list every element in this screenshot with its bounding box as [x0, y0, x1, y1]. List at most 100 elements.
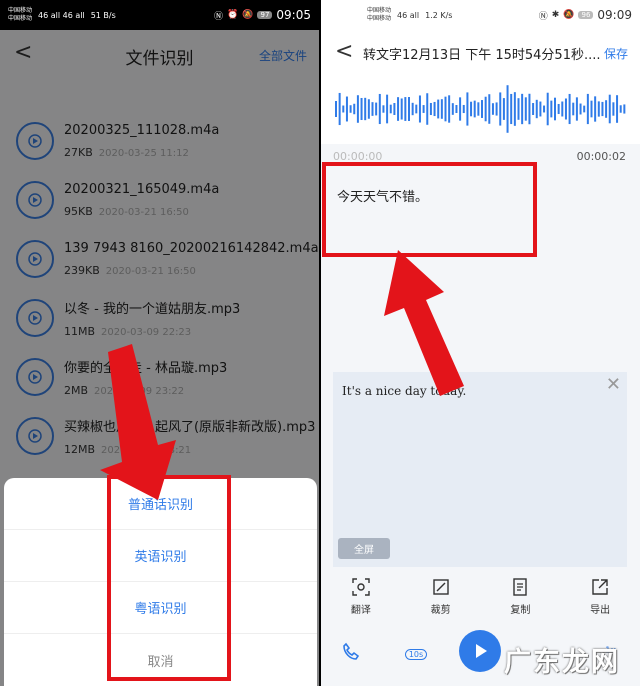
copy-icon [513, 577, 528, 596]
back-button[interactable]: < [335, 39, 353, 64]
waveform-bar [560, 101, 563, 117]
waveform-bar [360, 97, 363, 121]
translation-text[interactable]: It's a nice day today. [342, 384, 466, 398]
status-bar: 中国移动 中国移动 46 all 1.2 K/s Ⓝ ✱ 🔕 96 09:09 [321, 0, 640, 30]
waveform-bar [553, 97, 556, 121]
network-speed: 1.2 K/s [425, 10, 453, 20]
export-icon [592, 578, 608, 595]
carrier-label: 中国移动 [8, 7, 33, 14]
right-screenshot: 中国移动 中国移动 46 all 1.2 K/s Ⓝ ✱ 🔕 96 09:09 … [321, 0, 640, 686]
waveform-bar [436, 99, 439, 119]
waveform-bar [400, 98, 403, 120]
waveform-bar [385, 94, 388, 124]
waveform-bar [367, 99, 370, 119]
waveform-bar [615, 95, 618, 123]
waveform-bar [378, 93, 381, 125]
waveform-bar [586, 93, 589, 125]
fullscreen-button[interactable]: 全屏 [338, 538, 390, 559]
waveform-bar [334, 101, 337, 117]
highlight-box [322, 162, 537, 257]
waveform-bar [462, 104, 465, 114]
translate-button[interactable]: 翻译 [321, 572, 401, 620]
waveform-bar [338, 92, 341, 126]
signal-icon: 46 all [397, 10, 420, 20]
waveform-bar [506, 85, 509, 133]
translate-label: 翻译 [350, 604, 371, 616]
waveform-bar [535, 99, 538, 119]
waveform-bar [531, 103, 534, 115]
mute-icon: 🔕 [242, 10, 254, 20]
waveform-bar [418, 95, 421, 123]
carrier-label: 中国移动 [8, 15, 33, 22]
network-speed: 51 B/s [90, 10, 116, 20]
highlight-box [107, 475, 231, 681]
waveform-graphic [334, 85, 625, 133]
nfc-icon: Ⓝ [214, 11, 224, 22]
waveform-bar [527, 93, 530, 125]
translate-icon [352, 577, 370, 596]
waveform-bar [564, 98, 567, 120]
save-button[interactable]: 保存 [604, 45, 628, 62]
waveform-bar [374, 102, 377, 116]
waveform-bar [575, 97, 578, 121]
bluetooth-icon: ✱ [551, 10, 560, 20]
waveform-bar [546, 92, 549, 126]
waveform-bar [611, 102, 614, 116]
end-time: 00:00:02 [576, 150, 626, 163]
play-button[interactable] [459, 630, 501, 672]
waveform-bar [622, 104, 625, 114]
close-icon[interactable]: ✕ [606, 374, 621, 395]
waveform-bar [381, 105, 384, 113]
waveform-bar [349, 105, 352, 113]
waveform-bar [352, 103, 355, 115]
carrier-label: 中国移动 [367, 15, 392, 22]
waveform-bar [476, 102, 479, 116]
waveform-bar [549, 100, 552, 118]
crop-button[interactable]: 裁剪 [401, 572, 481, 620]
waveform-bar [513, 92, 516, 126]
waveform-bar [396, 97, 399, 121]
copy-button[interactable]: 复制 [481, 572, 561, 620]
waveform-bar [498, 92, 501, 126]
phone-icon[interactable] [341, 642, 361, 662]
waveform-bar [433, 101, 436, 117]
page-title: 转文字12月13日 下午 15时54分51秒.... [363, 48, 601, 63]
waveform-bar [509, 93, 512, 125]
export-label: 导出 [590, 604, 611, 616]
waveform-bar [444, 96, 446, 122]
waveform-bar [425, 93, 428, 125]
battery-icon: 96 [578, 11, 594, 19]
waveform-bar [590, 100, 592, 118]
waveform-bar [422, 105, 425, 113]
waveform-bar [454, 105, 457, 113]
rewind-button[interactable]: 10s [403, 642, 429, 662]
waveform-bar [371, 102, 373, 116]
export-button[interactable]: 导出 [560, 572, 640, 620]
waveform-bar [517, 98, 519, 120]
waveform-bar [389, 104, 392, 114]
status-bar: 中国移动 中国移动 46 all 46 all 51 B/s Ⓝ ⏰ 🔕 97 … [0, 0, 319, 30]
waveform-bar [608, 94, 611, 124]
waveform-bar [524, 97, 527, 121]
battery-icon: 97 [257, 11, 273, 19]
toolbar: 翻译 裁剪 复制 导出 [321, 572, 640, 620]
waveform-bar [469, 101, 472, 117]
waveform-bar [473, 100, 476, 118]
crop-label: 裁剪 [430, 604, 451, 616]
waveform-bar [458, 97, 461, 121]
signal-icon: 46 all 46 all [38, 10, 85, 20]
waveform-bar [520, 93, 523, 125]
play-icon [476, 644, 487, 658]
waveform-bar [538, 101, 541, 117]
watermark-text: 广东龙网 [504, 647, 620, 678]
waveform-bar [487, 94, 490, 124]
header: < 转文字12月13日 下午 15时54分51秒.... 保存 [321, 30, 640, 74]
crop-icon [432, 578, 449, 595]
nfc-icon: Ⓝ [538, 11, 548, 22]
waveform-bar [429, 102, 432, 116]
clock: 09:09 [597, 8, 632, 22]
waveform-bar [440, 99, 443, 119]
waveform[interactable] [321, 74, 640, 144]
waveform-bar [557, 103, 560, 115]
mute-icon: 🔕 [563, 10, 575, 20]
